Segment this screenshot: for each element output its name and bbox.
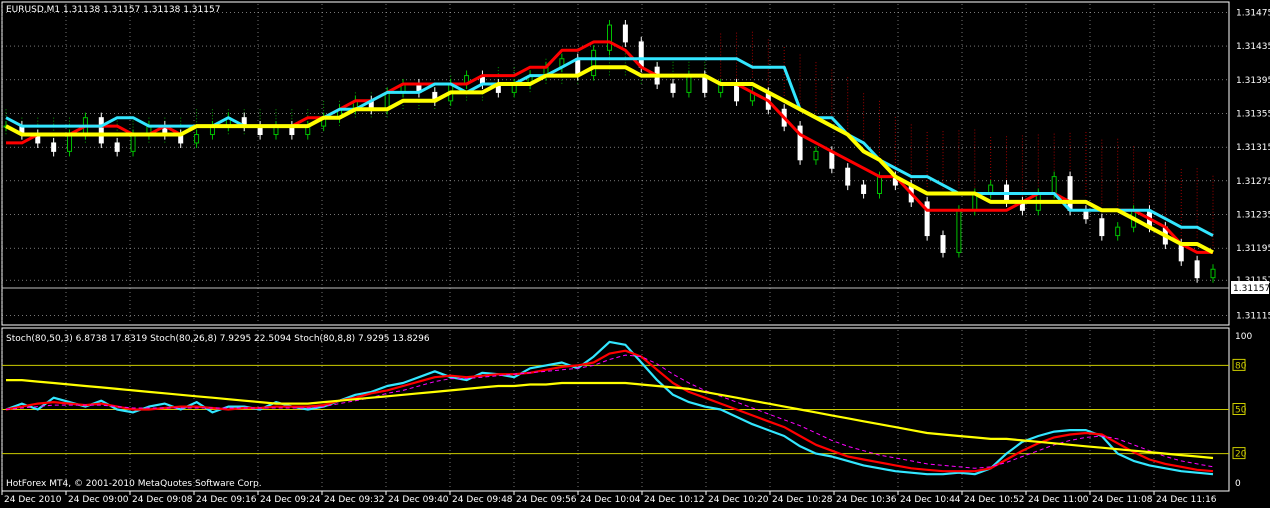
- price-tick: 1.31435: [1236, 42, 1270, 52]
- stoch-tick: 0: [1235, 479, 1241, 489]
- time-tick: 24 Dec 10:36: [836, 495, 897, 505]
- candle-body[interactable]: [607, 24, 612, 51]
- time-tick: 24 Dec 10:12: [644, 495, 705, 505]
- candle-body[interactable]: [670, 83, 676, 93]
- candle-body[interactable]: [813, 150, 819, 161]
- price-tick: 1.31235: [1236, 211, 1270, 221]
- candle-body[interactable]: [861, 184, 867, 194]
- stoch-tick: 80: [1235, 361, 1247, 371]
- background: [0, 0, 1270, 508]
- price-tick: 1.31355: [1236, 109, 1270, 119]
- chart-canvas[interactable]: 1.31475 1.31435 1.31395 1.31355 1.31315 1.312…: [0, 0, 1270, 508]
- candle-body[interactable]: [98, 117, 104, 144]
- time-tick: 24 Dec 11:16: [1156, 495, 1217, 505]
- candle-body[interactable]: [686, 75, 692, 93]
- current-price-label: 1.31157: [1233, 284, 1270, 294]
- stoch-tick: 100: [1235, 332, 1252, 342]
- price-tick: 1.31395: [1236, 76, 1270, 86]
- price-tick: 1.31475: [1236, 8, 1270, 18]
- candle-body[interactable]: [67, 134, 73, 152]
- candle-body[interactable]: [1099, 218, 1105, 237]
- candle-body[interactable]: [1178, 243, 1184, 262]
- time-tick: 24 Dec 10:04: [580, 495, 641, 505]
- price-tick: 1.31115: [1236, 312, 1270, 322]
- candle-body[interactable]: [194, 134, 200, 144]
- price-tick: 1.31315: [1236, 143, 1270, 153]
- candle-body[interactable]: [734, 83, 740, 102]
- price-tick: 1.31195: [1236, 244, 1270, 254]
- time-tick: 24 Dec 09:40: [388, 495, 449, 505]
- candle-body[interactable]: [1115, 226, 1121, 237]
- time-tick: 24 Dec 10:28: [772, 495, 833, 505]
- time-tick: 24 Dec 09:32: [324, 495, 385, 505]
- price-tick: 1.31275: [1236, 177, 1270, 187]
- time-tick: 24 Dec 09:00: [68, 495, 129, 505]
- candle-body[interactable]: [638, 41, 644, 68]
- time-tick: 24 Dec 09:56: [516, 495, 577, 505]
- candle-body[interactable]: [114, 142, 120, 152]
- time-tick: 24 Dec 09:24: [260, 495, 321, 505]
- candle-body[interactable]: [1067, 176, 1073, 211]
- time-tick: 24 Dec 11:08: [1092, 495, 1153, 505]
- candle-body[interactable]: [956, 209, 962, 253]
- time-tick: 24 Dec 10:20: [708, 495, 769, 505]
- time-tick: 24 Dec 09:48: [452, 495, 513, 505]
- candle-body[interactable]: [51, 142, 57, 152]
- main-header: EURUSD,M1 1.31138 1.31157 1.31138 1.3115…: [6, 5, 220, 15]
- time-tick: 24 Dec 2010: [4, 495, 62, 505]
- stoch-tick: 50: [1235, 406, 1247, 416]
- candle-body[interactable]: [876, 176, 882, 194]
- time-tick: 24 Dec 09:08: [132, 495, 193, 505]
- time-tick: 24 Dec 11:00: [1028, 495, 1089, 505]
- candle-body[interactable]: [1051, 176, 1057, 194]
- candle-body[interactable]: [940, 235, 946, 253]
- stoch-tick: 20: [1235, 450, 1247, 460]
- candle-body[interactable]: [829, 150, 835, 169]
- time-tick: 24 Dec 10:44: [900, 495, 961, 505]
- time-tick: 24 Dec 10:52: [964, 495, 1025, 505]
- candle-body[interactable]: [1194, 260, 1200, 279]
- candle-body[interactable]: [591, 49, 597, 77]
- candle-body[interactable]: [622, 24, 628, 43]
- candle-body[interactable]: [845, 167, 851, 186]
- watermark: HotForex MT4, © 2001-2010 MetaQuotes Sof…: [6, 479, 262, 489]
- candle-body[interactable]: [1210, 268, 1216, 279]
- candle-body[interactable]: [130, 134, 136, 152]
- time-tick: 24 Dec 09:16: [196, 495, 257, 505]
- stoch-header: Stoch(80,50,3) 6.8738 17.8319 Stoch(80,2…: [6, 334, 430, 344]
